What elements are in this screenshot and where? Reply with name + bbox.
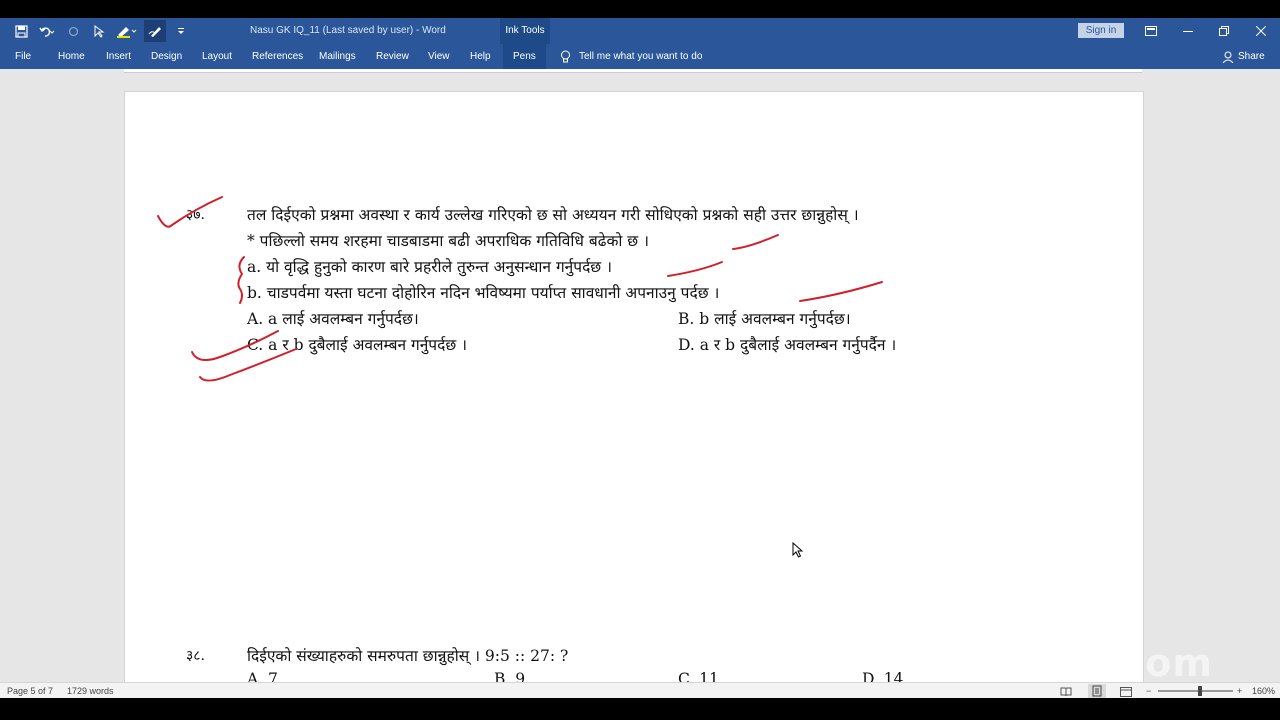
question-38-option-b: B. 9 bbox=[494, 670, 526, 682]
tab-mailings[interactable]: Mailings bbox=[319, 44, 356, 69]
zoom-out-icon[interactable]: − bbox=[1146, 683, 1151, 699]
question-37-action-b: b. चाडपर्वमा यस्ता घटना दोहोरिन नदिन भवि… bbox=[247, 284, 720, 302]
tab-pens[interactable]: Pens bbox=[503, 44, 546, 69]
tab-file[interactable]: File bbox=[15, 44, 31, 69]
restore-icon[interactable] bbox=[1209, 18, 1239, 44]
question-37-option-a: A. a लाई अवलम्बन गर्नुपर्दछ। bbox=[247, 310, 419, 328]
tab-references[interactable]: References bbox=[252, 44, 303, 69]
zoom-in-icon[interactable]: + bbox=[1237, 683, 1242, 699]
zoom-level[interactable]: 160% bbox=[1252, 683, 1275, 699]
tab-help[interactable]: Help bbox=[470, 44, 491, 69]
customize-icon[interactable] bbox=[170, 20, 192, 42]
mouse-cursor-icon bbox=[792, 542, 804, 558]
web-layout-icon[interactable] bbox=[1120, 686, 1132, 697]
ribbon-tab-bar: File Home Insert Design Layout Reference… bbox=[0, 44, 1280, 69]
share-button[interactable]: Share bbox=[1222, 44, 1265, 69]
undo-icon[interactable] bbox=[36, 20, 58, 42]
sign-in-button[interactable]: Sign in bbox=[1078, 23, 1124, 38]
previous-page-edge bbox=[124, 69, 1142, 73]
top-letterbox bbox=[0, 0, 1280, 18]
zoom-slider-thumb[interactable] bbox=[1198, 686, 1202, 696]
question-37-prompt: तल दिईएको प्रश्नमा अवस्था र कार्य उल्लेख… bbox=[247, 206, 859, 224]
tab-design[interactable]: Design bbox=[151, 44, 182, 69]
question-37-action-a: a. यो वृद्धि हुनुको कारण बारे प्रहरीले त… bbox=[247, 258, 612, 276]
print-layout-icon[interactable] bbox=[1088, 684, 1106, 698]
question-37-statement: * पछिल्लो समय शरहमा चाडबाडमा बढी अपराधिक… bbox=[247, 232, 649, 250]
ink-tools-context-label: Ink Tools bbox=[500, 18, 550, 44]
tab-insert[interactable]: Insert bbox=[106, 44, 131, 69]
ink-pen-icon[interactable] bbox=[144, 20, 166, 42]
zoom-watermark: zoom bbox=[1095, 641, 1213, 682]
read-mode-icon[interactable] bbox=[1060, 686, 1072, 697]
tab-layout[interactable]: Layout bbox=[202, 44, 232, 69]
minimize-icon[interactable] bbox=[1173, 18, 1203, 44]
question-38-option-a: A. 7 bbox=[247, 670, 278, 682]
tell-me-label: Tell me what you want to do bbox=[579, 51, 703, 62]
highlighter-pen-icon[interactable] bbox=[114, 20, 140, 42]
document-workspace[interactable]: ३७. तल दिईएको प्रश्नमा अवस्था र कार्य उल… bbox=[0, 69, 1280, 682]
share-label: Share bbox=[1238, 51, 1265, 62]
question-37-option-c: C. a र b दुबैलाई अवलम्बन गर्नुपर्दछ । bbox=[247, 336, 468, 354]
question-number-37: ३७. bbox=[186, 207, 206, 223]
lightbulb-icon bbox=[561, 50, 570, 63]
question-37-option-d: D. a र b दुबैलाई अवलम्बन गर्नुपर्दैन । bbox=[678, 336, 897, 354]
person-icon bbox=[1222, 51, 1234, 63]
tab-home[interactable]: Home bbox=[58, 44, 85, 69]
title-bar: Nasu GK IQ_11 (Last saved by user) - Wor… bbox=[0, 18, 1280, 44]
question-37-option-b: B. b लाई अवलम्बन गर्नुपर्दछ। bbox=[678, 310, 851, 328]
quick-access-toolbar bbox=[10, 18, 192, 44]
window-title: Nasu GK IQ_11 (Last saved by user) - Wor… bbox=[250, 25, 446, 36]
word-count[interactable]: 1729 words bbox=[67, 683, 114, 699]
select-pointer-icon[interactable] bbox=[88, 20, 110, 42]
status-bar: Page 5 of 7 1729 words − + 160% bbox=[0, 682, 1280, 699]
question-number-38: ३८. bbox=[186, 648, 206, 664]
redo-icon[interactable] bbox=[62, 20, 84, 42]
ribbon-display-options-icon[interactable] bbox=[1136, 18, 1166, 44]
document-page[interactable] bbox=[124, 91, 1144, 682]
bottom-letterbox bbox=[0, 698, 1280, 720]
question-38-option-c: C. 11 bbox=[678, 670, 719, 682]
question-38-option-d: D. 14 bbox=[862, 670, 904, 682]
save-icon[interactable] bbox=[10, 20, 32, 42]
close-icon[interactable] bbox=[1246, 18, 1276, 44]
page-count[interactable]: Page 5 of 7 bbox=[7, 683, 53, 699]
tab-view[interactable]: View bbox=[428, 44, 450, 69]
tell-me-search[interactable]: Tell me what you want to do bbox=[560, 44, 702, 69]
question-38-prompt: दिईएको संख्याहरुको समरुपता छान्नुहोस् । … bbox=[247, 647, 569, 665]
zoom-slider-track[interactable] bbox=[1158, 690, 1233, 692]
tab-review[interactable]: Review bbox=[376, 44, 409, 69]
